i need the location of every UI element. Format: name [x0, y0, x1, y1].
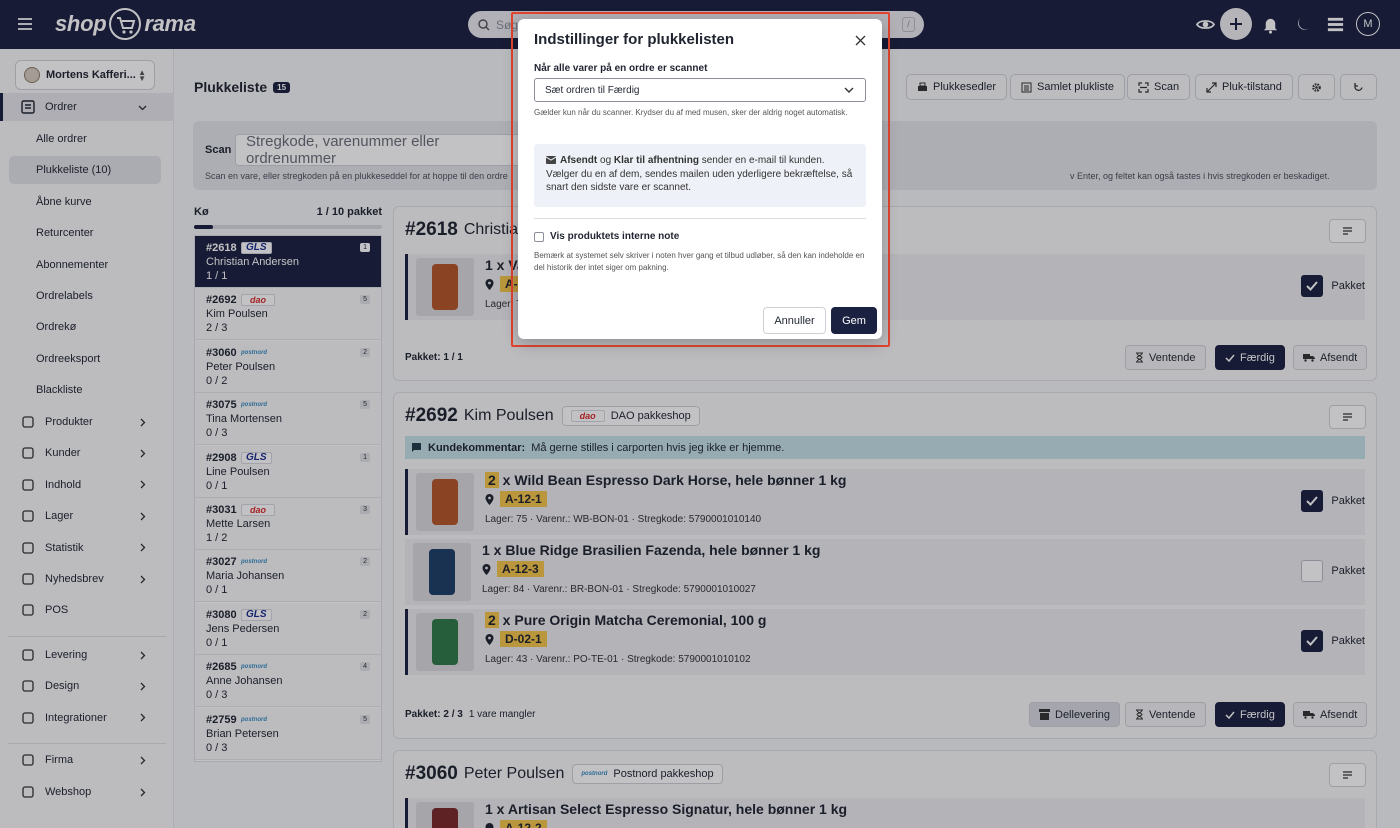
internal-note-help: Bemærk at systemet selv skriver i noten …: [534, 251, 865, 272]
info-status-2: Klar til afhentning: [613, 155, 699, 166]
internal-note-checkbox[interactable]: [534, 231, 544, 242]
settings-modal: Indstillinger for plukkelisten Når alle …: [518, 19, 882, 339]
info-og: og: [597, 155, 614, 166]
scan-action-label: Når alle varer på en ordre er scannet: [534, 63, 708, 74]
mail-icon: [546, 156, 556, 165]
internal-note-label: Vis produktets interne note: [550, 231, 680, 242]
email-info-box: Afsendt og Klar til afhentning sender en…: [534, 144, 866, 207]
scan-action-help: Gælder kun når du scanner. Krydser du af…: [534, 108, 848, 117]
info-status-1: Afsendt: [560, 155, 598, 166]
close-icon[interactable]: [855, 35, 866, 46]
scan-action-select[interactable]: Sæt ordren til Færdig: [534, 78, 866, 102]
save-button[interactable]: Gem: [831, 307, 877, 334]
select-value: Sæt ordren til Færdig: [545, 84, 640, 96]
cancel-button[interactable]: Annuller: [763, 307, 826, 334]
modal-title: Indstillinger for plukkelisten: [534, 31, 735, 48]
chevron-down-icon: [844, 87, 854, 93]
modal-divider: [534, 218, 866, 219]
internal-note-toggle[interactable]: Vis produktets interne note: [534, 231, 679, 242]
